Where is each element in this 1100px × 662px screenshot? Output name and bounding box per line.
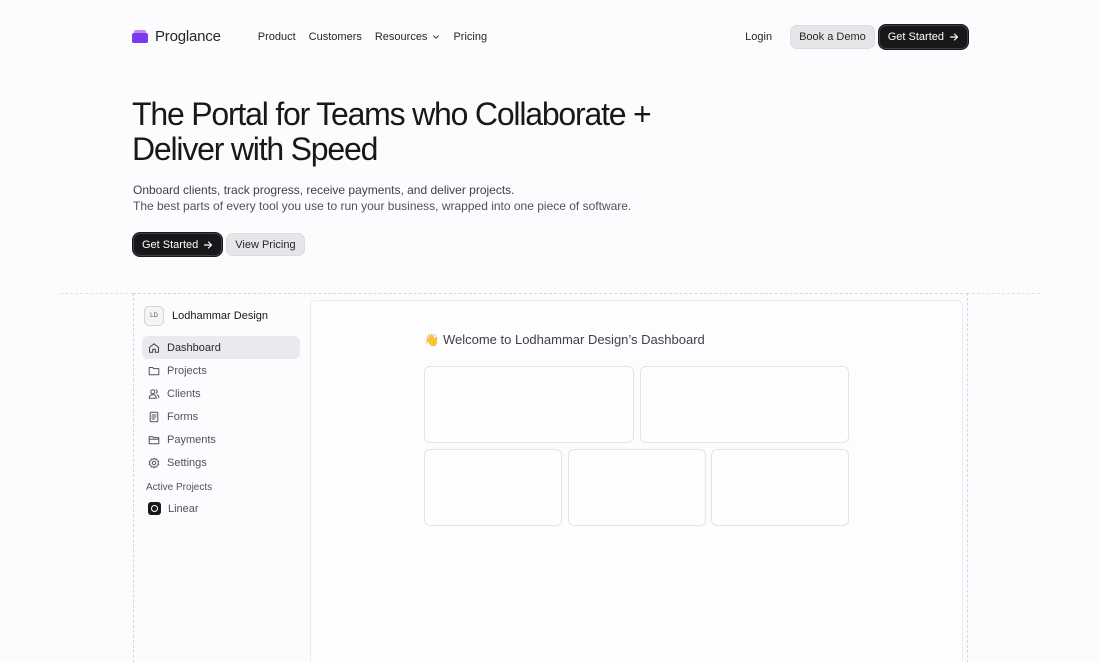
sidebar-item-projects[interactable]: Projects [142,359,300,382]
hero-get-started-label: Get Started [142,238,199,251]
workspace-name: Lodhammar Design [172,310,268,322]
hero-cta-group: Get Started View Pricing [133,233,305,256]
sidebar-item-settings[interactable]: Settings [142,451,300,474]
hero-title: The Portal for Teams who Collaborate + D… [132,96,652,167]
dashboard-preview: LD Lodhammar Design Dashboard Projects C… [133,293,968,662]
dashboard-card [424,366,634,443]
payments-icon [148,435,160,444]
nav-link-customers[interactable]: Customers [309,31,362,43]
welcome-heading: 👋 Welcome to Lodhammar Design’s Dashboar… [424,332,705,347]
hero-subtitle: Onboard clients, track progress, receive… [133,183,515,197]
sidebar-item-payments[interactable]: Payments [142,428,300,451]
sidebar-item-clients[interactable]: Clients [142,382,300,405]
nav-link-resources[interactable]: Resources [375,31,441,43]
nav-link-resources-label: Resources [374,30,428,43]
active-projects-heading: Active Projects [146,482,213,493]
book-demo-button[interactable]: Book a Demo [790,24,875,49]
chevron-down-icon [433,34,440,39]
folder-icon [148,366,160,375]
nav-link-pricing[interactable]: Pricing [453,31,487,43]
project-item-linear[interactable]: Linear [142,497,300,520]
linear-logo-icon [148,502,161,515]
users-icon [148,388,160,399]
sidebar-item-forms[interactable]: Forms [142,405,300,428]
hero-get-started-button[interactable]: Get Started [133,233,223,256]
sidebar-item-label: Payments [167,433,216,446]
arrow-right-icon [204,240,213,249]
view-pricing-button[interactable]: View Pricing [226,233,305,256]
login-link[interactable]: Login [745,31,772,43]
form-icon [149,411,159,422]
nav-links: Product Customers Resources Pricing [258,31,487,43]
home-icon [149,342,159,353]
hero-description: The best parts of every tool you use to … [133,199,632,213]
workspace-switcher[interactable]: LD Lodhammar Design [142,302,300,330]
book-demo-label: Book a Demo [799,30,866,43]
sidebar-item-dashboard[interactable]: Dashboard [142,336,300,359]
get-started-button[interactable]: Get Started [878,24,968,49]
sidebar-menu: Dashboard Projects Clients Forms Payment… [142,336,300,474]
arrow-right-icon [949,32,959,41]
dashboard-card [640,366,849,443]
get-started-label: Get Started [887,30,944,43]
project-item-label: Linear [168,502,199,515]
sidebar-item-label: Clients [167,387,201,400]
gear-icon [148,457,160,468]
workspace-avatar: LD [144,306,164,326]
sidebar-item-label: Forms [167,410,199,423]
wave-emoji-icon: 👋 [424,332,439,347]
nav-link-product[interactable]: Product [258,31,296,43]
view-pricing-label: View Pricing [235,238,296,251]
logo-icon [132,30,148,43]
dashboard-card [711,449,849,526]
nav-actions: Login Book a Demo Get Started [745,24,968,49]
brand-name: Proglance [155,28,221,45]
sidebar-item-label: Dashboard [167,341,221,354]
dashboard-sidebar: LD Lodhammar Design Dashboard Projects C… [142,302,300,520]
welcome-text: Welcome to Lodhammar Design’s Dashboard [442,332,705,347]
brand-logo[interactable]: Proglance [132,28,221,45]
dashboard-card [424,449,562,526]
sidebar-item-label: Projects [167,364,207,377]
dashboard-card [568,449,706,526]
sidebar-item-label: Settings [167,456,207,469]
dashboard-main: 👋 Welcome to Lodhammar Design’s Dashboar… [310,300,963,662]
top-navigation: Proglance Product Customers Resources Pr… [132,24,968,49]
